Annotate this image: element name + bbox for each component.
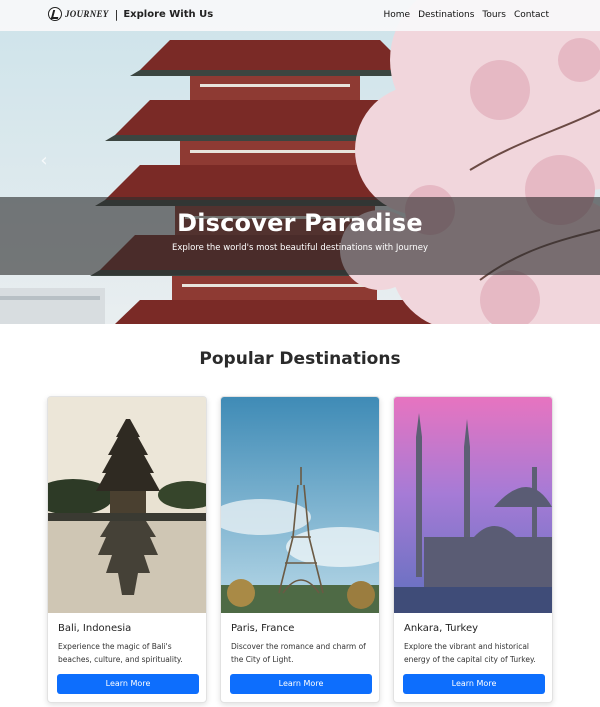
destination-card-ankara: Ankara, Turkey Explore the vibrant and h… — [393, 396, 553, 703]
card-title: Bali, Indonesia — [58, 623, 132, 634]
navbar: JOURNEY | Explore With Us Home Destinati… — [0, 0, 600, 31]
learn-more-button[interactable]: Learn More — [403, 674, 545, 694]
eiffel-tower-image — [221, 397, 379, 613]
destination-card-paris: Paris, France Discover the romance and c… — [220, 396, 380, 703]
mosque-image — [394, 397, 552, 613]
brand-separator: | — [114, 7, 119, 21]
bali-temple-image — [48, 397, 206, 613]
carousel-prev-icon[interactable]: ‹ — [36, 150, 52, 172]
nav-link-home[interactable]: Home — [383, 10, 410, 20]
nav-link-contact[interactable]: Contact — [514, 10, 549, 20]
card-text: Explore the vibrant and historical energ… — [404, 642, 536, 664]
learn-more-button[interactable]: Learn More — [57, 674, 199, 694]
brand-link[interactable]: JOURNEY | Explore With Us — [48, 7, 213, 21]
nav-links: Home Destinations Tours Contact — [383, 10, 549, 20]
hero-image — [0, 0, 600, 324]
hero-title: Discover Paradise — [177, 209, 423, 237]
hero-carousel: ‹ Discover Paradise Explore the world's … — [0, 0, 600, 324]
learn-more-button[interactable]: Learn More — [230, 674, 372, 694]
section-title: Popular Destinations — [199, 349, 401, 369]
card-text: Experience the magic of Bali's beaches, … — [58, 642, 183, 664]
nav-link-destinations[interactable]: Destinations — [418, 10, 474, 20]
card-text: Discover the romance and charm of the Ci… — [231, 642, 366, 664]
journey-logo-icon — [48, 7, 62, 21]
brand-tagline: Explore With Us — [123, 8, 214, 20]
nav-link-tours[interactable]: Tours — [482, 10, 506, 20]
hero-subtitle: Explore the world's most beautiful desti… — [171, 243, 428, 253]
logo-text: JOURNEY — [65, 9, 109, 19]
destination-card-bali: Bali, Indonesia Experience the magic of … — [47, 396, 207, 703]
card-title: Ankara, Turkey — [404, 623, 479, 634]
card-title: Paris, France — [231, 623, 295, 634]
